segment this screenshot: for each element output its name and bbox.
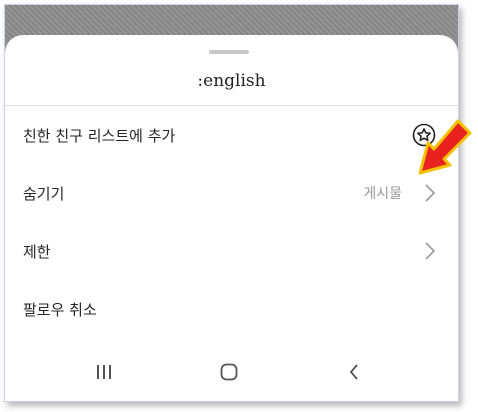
star-circle-icon (412, 123, 436, 147)
menu-item-restrict[interactable]: 제한 (5, 223, 458, 279)
menu-item-label: 친한 친구 리스트에 추가 (23, 126, 176, 145)
recent-apps-icon[interactable] (91, 359, 117, 385)
menu-item-label: 제한 (23, 242, 51, 261)
menu-item-unfollow[interactable]: 팔로우 취소 (5, 281, 458, 337)
divider (5, 105, 458, 106)
chevron-right-icon (424, 241, 436, 261)
screenshot-frame: :english 친한 친구 리스트에 추가 숨기기 게시물 제한 팔로우 취소 (4, 4, 459, 402)
sheet-title: :english (197, 71, 266, 91)
system-navbar (5, 345, 458, 401)
drag-handle[interactable] (209, 50, 249, 54)
menu-item-meta: 게시물 (363, 186, 402, 202)
menu-item-label: 숨기기 (23, 184, 65, 203)
menu-item-hide[interactable]: 숨기기 게시물 (5, 165, 458, 221)
menu-item-close-friends[interactable]: 친한 친구 리스트에 추가 (5, 107, 458, 163)
menu-item-label: 팔로우 취소 (23, 300, 97, 319)
chevron-right-icon (424, 183, 436, 203)
back-icon[interactable] (341, 359, 367, 385)
bottom-sheet: :english 친한 친구 리스트에 추가 숨기기 게시물 제한 팔로우 취소 (5, 35, 458, 401)
home-icon[interactable] (216, 359, 242, 385)
dimmed-background[interactable] (5, 5, 458, 39)
